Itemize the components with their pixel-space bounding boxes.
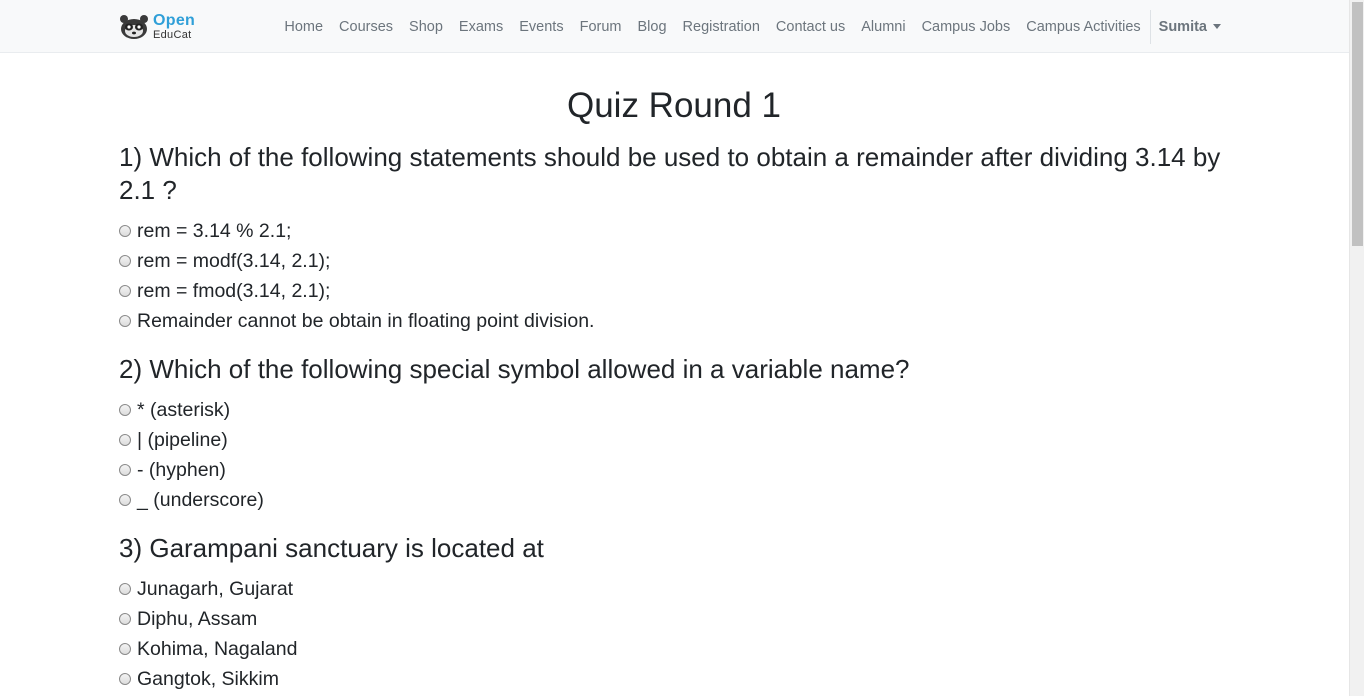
radio-button[interactable]	[119, 285, 131, 297]
option-label: | (pipeline)	[137, 428, 228, 451]
raccoon-logo-icon	[120, 15, 148, 39]
option-label: Kohima, Nagaland	[137, 637, 298, 660]
scrollbar-thumb[interactable]	[1352, 2, 1363, 246]
nav-links: Home Courses Shop Exams Events Forum Blo…	[276, 0, 1349, 53]
nav-link-contact-us[interactable]: Contact us	[768, 19, 853, 35]
question-text: 1) Which of the following statements sho…	[119, 142, 1221, 205]
option-label: rem = modf(3.14, 2.1);	[137, 249, 331, 272]
radio-button[interactable]	[119, 404, 131, 416]
radio-button[interactable]	[119, 255, 131, 267]
option-item[interactable]: Diphu, Assam	[119, 604, 1229, 634]
nav-link-shop[interactable]: Shop	[401, 19, 451, 35]
option-label: rem = 3.14 % 2.1;	[137, 219, 292, 242]
radio-button[interactable]	[119, 225, 131, 237]
radio-button[interactable]	[119, 643, 131, 655]
option-item[interactable]: Gangtok, Sikkim	[119, 664, 1229, 694]
nav-link-courses[interactable]: Courses	[331, 19, 401, 35]
option-label: * (asterisk)	[137, 398, 231, 421]
options-list: Junagarh, Gujarat Diphu, Assam Kohima, N…	[119, 574, 1229, 694]
page: Open EduCat Home Courses Shop Exams Even…	[0, 0, 1364, 696]
option-item[interactable]: rem = fmod(3.14, 2.1);	[119, 276, 1229, 306]
nav-link-events[interactable]: Events	[511, 19, 571, 35]
brand-open: Open	[153, 12, 196, 29]
option-item[interactable]: Junagarh, Gujarat	[119, 574, 1229, 604]
nav-link-campus-jobs[interactable]: Campus Jobs	[914, 19, 1019, 35]
question-block: 2) Which of the following special symbol…	[119, 353, 1229, 515]
nav-link-registration[interactable]: Registration	[675, 19, 768, 35]
radio-button[interactable]	[119, 583, 131, 595]
radio-button[interactable]	[119, 464, 131, 476]
option-label: _ (underscore)	[137, 488, 264, 511]
question-block: 1) Which of the following statements sho…	[119, 141, 1229, 336]
question-text: 2) Which of the following special symbol…	[119, 354, 910, 384]
brand-logo[interactable]: Open EduCat	[119, 12, 199, 42]
option-label: Remainder cannot be obtain in floating p…	[137, 309, 595, 332]
option-item[interactable]: | (pipeline)	[119, 425, 1229, 455]
options-list: * (asterisk) | (pipeline) - (hyphen) _ (…	[119, 395, 1229, 515]
option-label: rem = fmod(3.14, 2.1);	[137, 279, 331, 302]
option-label: Gangtok, Sikkim	[137, 667, 279, 690]
radio-button[interactable]	[119, 434, 131, 446]
option-label: - (hyphen)	[137, 458, 226, 481]
options-list: rem = 3.14 % 2.1; rem = modf(3.14, 2.1);…	[119, 216, 1229, 336]
nav-link-forum[interactable]: Forum	[572, 19, 630, 35]
user-name: Sumita	[1158, 18, 1207, 35]
nav-link-alumni[interactable]: Alumni	[853, 19, 913, 35]
brand-educat: EduCat	[153, 29, 192, 41]
option-item[interactable]: rem = 3.14 % 2.1;	[119, 216, 1229, 246]
radio-button[interactable]	[119, 494, 131, 506]
vertical-scrollbar[interactable]	[1349, 0, 1364, 696]
option-label: Diphu, Assam	[137, 607, 258, 630]
radio-button[interactable]	[119, 673, 131, 685]
caret-down-icon	[1213, 24, 1221, 29]
option-item[interactable]: * (asterisk)	[119, 395, 1229, 425]
nav-link-exams[interactable]: Exams	[451, 19, 511, 35]
radio-button[interactable]	[119, 613, 131, 625]
radio-button[interactable]	[119, 315, 131, 327]
option-item[interactable]: rem = modf(3.14, 2.1);	[119, 246, 1229, 276]
option-item[interactable]: Kohima, Nagaland	[119, 634, 1229, 664]
nav-link-blog[interactable]: Blog	[630, 19, 675, 35]
option-item[interactable]: - (hyphen)	[119, 455, 1229, 485]
navbar: Open EduCat Home Courses Shop Exams Even…	[0, 0, 1349, 53]
option-item[interactable]: _ (underscore)	[119, 485, 1229, 515]
quiz-title: Quiz Round 1	[566, 86, 782, 125]
user-menu[interactable]: Sumita	[1149, 9, 1349, 44]
option-item[interactable]: Remainder cannot be obtain in floating p…	[119, 306, 1229, 336]
question-text: 3) Garampani sanctuary is located at	[119, 533, 544, 563]
nav-link-home[interactable]: Home	[276, 19, 331, 35]
question-block: 3) Garampani sanctuary is located at Jun…	[119, 532, 1229, 694]
quiz-content: Quiz Round 1 1) Which of the following s…	[119, 53, 1229, 694]
nav-link-campus-activities[interactable]: Campus Activities	[1018, 19, 1148, 35]
brand-text: Open EduCat	[153, 13, 195, 41]
option-label: Junagarh, Gujarat	[137, 577, 294, 600]
